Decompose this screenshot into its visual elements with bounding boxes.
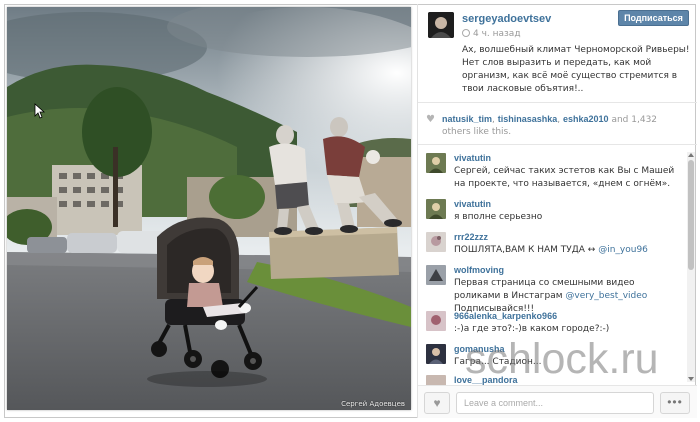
- commenter-username[interactable]: vivatutin: [454, 153, 491, 163]
- commenter-username[interactable]: wolfmoving: [454, 265, 504, 275]
- scroll-thumb[interactable]: [688, 160, 694, 270]
- follow-button[interactable]: Подписаться: [618, 10, 689, 26]
- post-caption: Ах, волшебный климат Черноморской Ривьер…: [462, 45, 690, 94]
- heart-icon: ♥: [433, 396, 441, 410]
- post-time: 4 ч. назад: [462, 29, 521, 39]
- likes-others: others like this.: [442, 127, 512, 137]
- photo-image: [7, 7, 411, 410]
- comment-text: Сергей, сейчас таких эстетов как Вы с Ма…: [454, 166, 675, 189]
- likes-count[interactable]: 1,432: [631, 115, 657, 125]
- comment-input[interactable]: [456, 392, 654, 414]
- scroll-down-icon[interactable]: [688, 377, 694, 381]
- commenter-avatar[interactable]: [426, 375, 446, 385]
- comment-mention[interactable]: @very_best_video: [565, 291, 647, 301]
- commenter-avatar[interactable]: [426, 344, 446, 364]
- commenter-avatar[interactable]: [426, 232, 446, 252]
- post-details-panel: sergeyadoevtsev 4 ч. назад Подписаться А…: [417, 4, 697, 418]
- post-photo[interactable]: Сергей Адоевцев: [7, 7, 411, 410]
- liker-link-2[interactable]: tishinasashka: [498, 114, 558, 124]
- comment-footer: ♥ •••: [418, 385, 697, 418]
- liker-link-3[interactable]: eshka2010: [563, 114, 609, 124]
- post-time-label: 4 ч. назад: [473, 29, 521, 39]
- commenter-username[interactable]: gomanusha: [454, 344, 505, 354]
- comment-text: я вполне серьезно: [454, 212, 543, 222]
- commenter-avatar[interactable]: [426, 265, 446, 285]
- commenter-avatar[interactable]: [426, 199, 446, 219]
- author-avatar-image: [428, 12, 454, 38]
- scroll-up-icon[interactable]: [688, 153, 694, 157]
- like-button[interactable]: ♥: [424, 392, 450, 414]
- author-avatar[interactable]: [428, 12, 454, 38]
- commenter-avatar[interactable]: [426, 153, 446, 173]
- commenter-username[interactable]: rrr22zzz: [454, 232, 488, 242]
- photo-credit: Сергей Адоевцев: [341, 400, 405, 408]
- comment-text: :-)а где это?:-)в каком городе?:-): [454, 324, 610, 334]
- commenter-username[interactable]: love__pandora: [454, 375, 518, 385]
- likes-and: and: [611, 115, 629, 125]
- comment-text-part: ПОШЛЯТА,ВАМ К НАМ ТУДА ↔: [454, 245, 599, 255]
- more-dots-icon: •••: [667, 395, 683, 409]
- comment-text: ПОШЛЯТА,ВАМ К НАМ ТУДА ↔ @in_you96: [454, 244, 682, 257]
- likes-summary: ♥ natusik_tim, tishinasashka, eshka2010 …: [418, 109, 697, 145]
- comment-mention[interactable]: @in_you96: [598, 245, 648, 255]
- commenter-username[interactable]: 966alenka_karpenko966: [454, 311, 557, 321]
- comments-list[interactable]: vivatutin Сергей, сейчас таких эстетов к…: [418, 149, 697, 385]
- post-header: sergeyadoevtsev 4 ч. назад Подписаться А…: [418, 4, 697, 103]
- comments-scrollbar[interactable]: [687, 152, 695, 382]
- author-username[interactable]: sergeyadoevtsev: [462, 13, 551, 25]
- liker-link-1[interactable]: natusik_tim: [442, 114, 492, 124]
- clock-icon: [462, 29, 470, 37]
- commenter-avatar[interactable]: [426, 311, 446, 331]
- comment-text: Гагра... Стадион...: [454, 357, 542, 367]
- heart-icon: ♥: [426, 114, 435, 125]
- more-options-button[interactable]: •••: [660, 392, 690, 414]
- commenter-username[interactable]: vivatutin: [454, 199, 491, 209]
